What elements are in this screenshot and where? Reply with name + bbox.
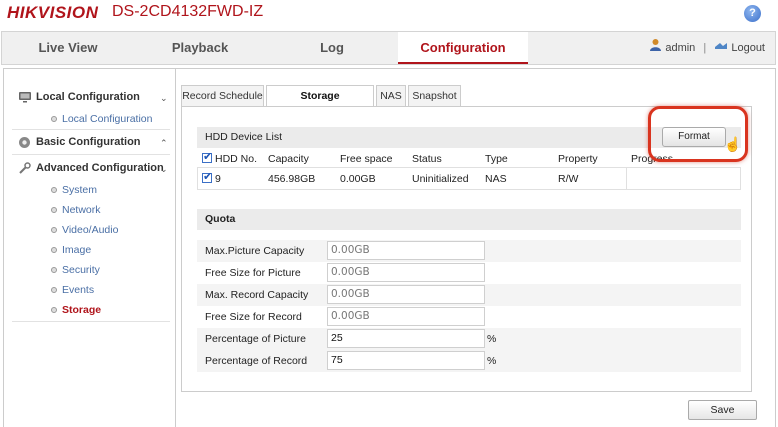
col-hdd-no: HDD No. bbox=[202, 150, 257, 165]
tab-storage-management[interactable]: Storage Management bbox=[266, 85, 374, 122]
tab-configuration[interactable]: Configuration bbox=[398, 32, 528, 64]
sidebar-section-basic[interactable]: Basic Configuration bbox=[18, 136, 141, 149]
col-status: Status bbox=[412, 153, 442, 165]
quota-row-percent-picture: Percentage of Picture 25 % bbox=[197, 328, 741, 350]
bullet-icon bbox=[51, 227, 57, 233]
max-record-capacity-field: 0.00GB bbox=[327, 285, 485, 304]
sidebar-item-video-audio[interactable]: Video/Audio bbox=[62, 224, 118, 236]
sidebar-section-advanced[interactable]: Advanced Configuration bbox=[18, 162, 164, 174]
main-nav: Live View Playback Log Configuration adm… bbox=[1, 31, 776, 65]
capacity-cell: 456.98GB bbox=[268, 173, 316, 185]
col-capacity: Capacity bbox=[268, 153, 309, 165]
table-row[interactable]: 9 456.98GB 0.00GB Uninitialized NAS R/W bbox=[197, 167, 741, 190]
quota-title: Quota bbox=[197, 209, 741, 230]
row-checkbox[interactable] bbox=[202, 170, 212, 183]
quota-row-max-record: Max. Record Capacity 0.00GB bbox=[197, 284, 741, 306]
tab-nas[interactable]: NAS bbox=[376, 85, 406, 107]
chevron-down-icon[interactable]: ⌄ bbox=[160, 93, 168, 104]
bullet-icon bbox=[51, 116, 57, 122]
quota-label: Free Size for Record bbox=[205, 311, 302, 323]
highlight-ring bbox=[648, 106, 748, 162]
free-size-record-field: 0.00GB bbox=[327, 307, 485, 326]
sidebar-item-local-configuration[interactable]: Local Configuration bbox=[62, 113, 152, 125]
wrench-icon bbox=[18, 162, 32, 174]
col-property: Property bbox=[558, 153, 598, 165]
logout-icon[interactable] bbox=[714, 32, 728, 64]
hand-cursor-icon: ☝ bbox=[724, 136, 742, 152]
percentage-picture-input[interactable]: 25 bbox=[327, 329, 485, 348]
col-type: Type bbox=[485, 153, 508, 165]
sidebar-section-local[interactable]: Local Configuration bbox=[18, 91, 140, 103]
free-size-picture-field: 0.00GB bbox=[327, 263, 485, 282]
user-area: admin | Logout bbox=[649, 32, 765, 64]
gear-icon bbox=[18, 136, 32, 149]
property-cell: R/W bbox=[558, 173, 579, 185]
hdd-no-cell: 9 bbox=[202, 170, 221, 185]
quota-row-max-picture: Max.Picture Capacity 0.00GB bbox=[197, 240, 741, 262]
sidebar-item-events[interactable]: Events bbox=[62, 284, 94, 296]
brand-logo: HIKVISION bbox=[7, 3, 99, 22]
max-picture-capacity-field: 0.00GB bbox=[327, 241, 485, 260]
percent-unit: % bbox=[487, 355, 497, 367]
tab-snapshot[interactable]: Snapshot bbox=[408, 85, 461, 107]
sidebar-item-security[interactable]: Security bbox=[62, 264, 100, 276]
quota-label: Max. Record Capacity bbox=[205, 289, 309, 301]
quota-label: Percentage of Record bbox=[205, 355, 308, 367]
quota-row-percent-record: Percentage of Record 75 % bbox=[197, 350, 741, 372]
tab-record-schedule[interactable]: Record Schedule bbox=[181, 85, 264, 107]
bullet-icon bbox=[51, 307, 57, 313]
bullet-icon bbox=[51, 287, 57, 293]
main-panel: Record Schedule Storage Management NAS S… bbox=[176, 68, 776, 427]
quota-label: Max.Picture Capacity bbox=[205, 245, 305, 257]
tab-playback[interactable]: Playback bbox=[134, 32, 266, 64]
quota-label: Free Size for Picture bbox=[205, 267, 301, 279]
percent-unit: % bbox=[487, 333, 497, 345]
sidebar-item-storage[interactable]: Storage bbox=[62, 304, 101, 316]
status-cell: Uninitialized bbox=[412, 173, 469, 185]
device-model: DS-2CD4132FWD-IZ bbox=[112, 3, 264, 20]
quota-row-free-record: Free Size for Record 0.00GB bbox=[197, 306, 741, 328]
logout-link[interactable]: Logout bbox=[731, 42, 765, 54]
help-icon[interactable]: ? bbox=[744, 5, 761, 22]
username: admin bbox=[665, 42, 696, 54]
user-icon bbox=[649, 32, 662, 64]
monitor-icon bbox=[18, 91, 32, 103]
bullet-icon bbox=[51, 187, 57, 193]
tab-log[interactable]: Log bbox=[266, 32, 398, 64]
bullet-icon bbox=[51, 207, 57, 213]
separator: | bbox=[703, 42, 707, 54]
chevron-up-icon[interactable]: ⌃ bbox=[160, 138, 168, 149]
sidebar-item-network[interactable]: Network bbox=[62, 204, 101, 216]
sidebar-item-system[interactable]: System bbox=[62, 184, 97, 196]
save-button[interactable]: Save bbox=[688, 400, 757, 420]
type-cell: NAS bbox=[485, 173, 507, 185]
tab-live-view[interactable]: Live View bbox=[2, 32, 134, 64]
quota-row-free-picture: Free Size for Picture 0.00GB bbox=[197, 262, 741, 284]
col-free-space: Free space bbox=[340, 153, 393, 165]
select-all-checkbox[interactable] bbox=[202, 150, 212, 163]
sidebar-item-image[interactable]: Image bbox=[62, 244, 91, 256]
bullet-icon bbox=[51, 247, 57, 253]
percentage-record-input[interactable]: 75 bbox=[327, 351, 485, 370]
free-space-cell: 0.00GB bbox=[340, 173, 376, 185]
sidebar: Local Configuration ⌄ Local Configuratio… bbox=[3, 68, 176, 427]
chevron-down-icon[interactable]: ⌄ bbox=[160, 164, 168, 175]
quota-label: Percentage of Picture bbox=[205, 333, 306, 345]
bullet-icon bbox=[51, 267, 57, 273]
